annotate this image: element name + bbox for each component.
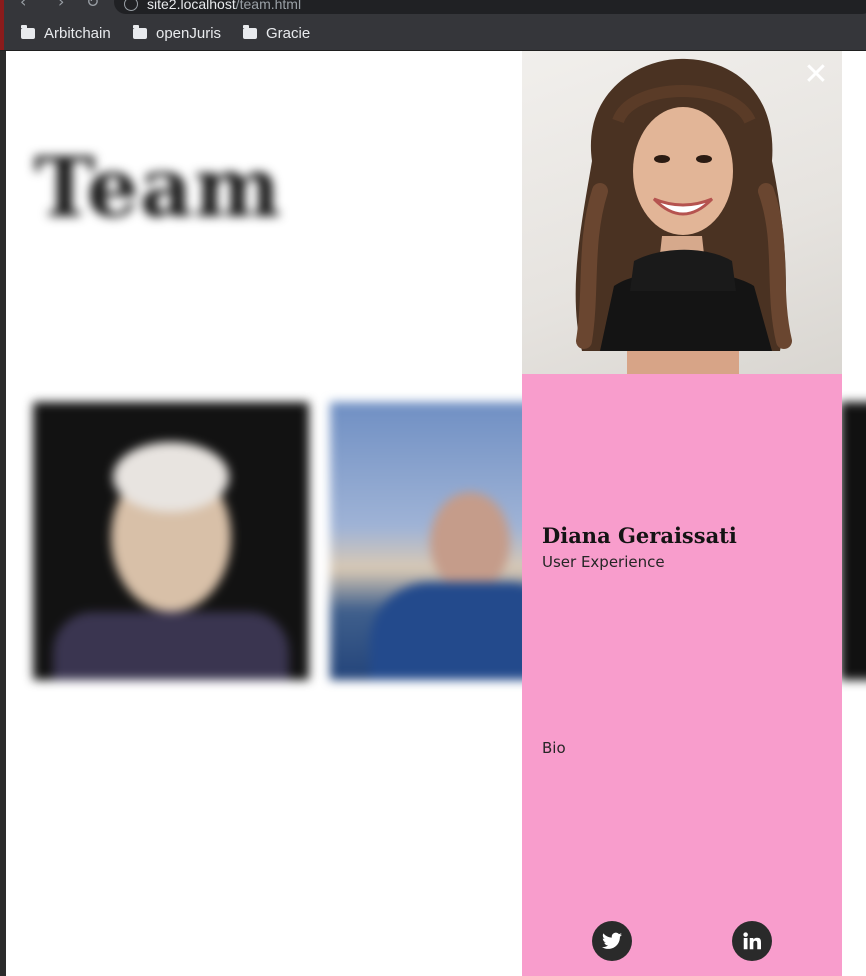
- team-member-card[interactable]: [33, 402, 309, 680]
- address-bar[interactable]: site2.localhost/team.html: [114, 0, 866, 14]
- browser-toolbar: ‹ › ↻ site2.localhost/team.html: [0, 0, 866, 14]
- member-name: Diana Geraissati: [542, 523, 737, 548]
- linkedin-button[interactable]: [732, 921, 772, 961]
- team-member-card[interactable]: [840, 402, 866, 680]
- bookmark-label: Gracie: [266, 24, 311, 42]
- bookmark-label: openJuris: [156, 24, 222, 42]
- bookmark-gracie[interactable]: Gracie: [243, 23, 310, 43]
- close-icon[interactable]: ✕: [800, 59, 832, 91]
- folder-icon: [133, 24, 147, 39]
- bookmarks-bar: Arbitchain openJuris Gracie: [0, 14, 866, 51]
- linkedin-icon: [743, 932, 761, 950]
- reload-icon[interactable]: ↻: [86, 0, 99, 10]
- window-edge: [0, 0, 4, 14]
- member-portrait: [575, 58, 792, 374]
- bookmark-openjuris[interactable]: openJuris: [133, 23, 221, 43]
- folder-icon: [243, 24, 257, 39]
- page-title: Team: [34, 140, 282, 236]
- member-cap: [113, 442, 229, 512]
- back-arrow-icon[interactable]: ‹: [20, 0, 26, 10]
- url-text: site2.localhost/team.html: [147, 0, 302, 12]
- twitter-icon: [602, 932, 622, 949]
- bookmark-label: Arbitchain: [44, 24, 111, 42]
- member-photo: [430, 492, 510, 592]
- window-edge: [0, 14, 4, 50]
- member-role: User Experience: [542, 553, 665, 571]
- twitter-button[interactable]: [592, 921, 632, 961]
- forward-arrow-icon[interactable]: ›: [58, 0, 64, 10]
- bookmark-arbitchain[interactable]: Arbitchain: [21, 23, 111, 43]
- site-info-icon[interactable]: [124, 0, 138, 11]
- member-shirt: [53, 612, 289, 680]
- member-photo: ✕: [522, 51, 842, 374]
- member-detail-modal: ✕ Diana Geraissati User Experience Bio: [522, 51, 842, 976]
- folder-icon: [21, 24, 35, 39]
- member-bio: Bio: [542, 739, 566, 757]
